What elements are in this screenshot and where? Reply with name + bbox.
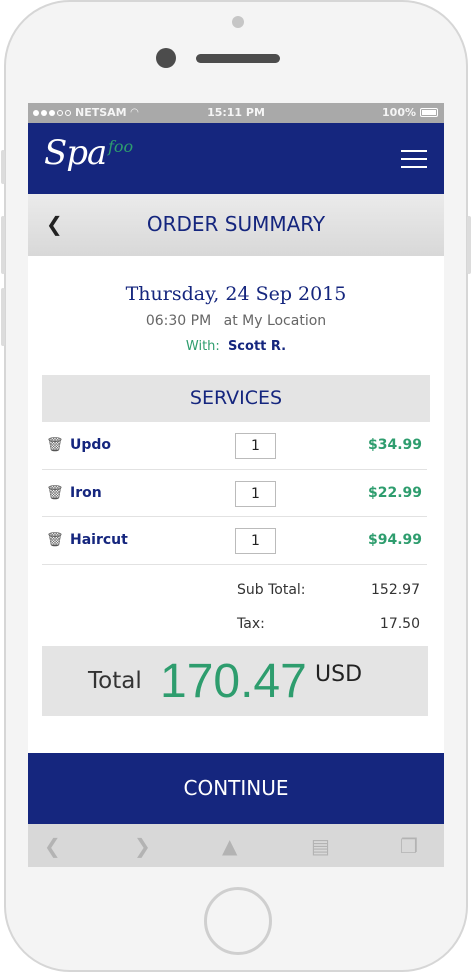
stylist-name: Scott R.	[227, 339, 287, 354]
service-price: $34.99	[367, 437, 422, 454]
trash-icon[interactable]: 🗑	[46, 437, 66, 453]
sensor	[232, 16, 244, 28]
app-navbar: Spa foo	[28, 123, 444, 194]
appointment-time-row: 06:30 PM at My Location	[28, 313, 444, 329]
page-header: ❮ ORDER SUMMARY	[28, 194, 444, 256]
services-list: 🗑 Updo $34.99 🗑 Iron $22.99 🗑 Haircut $9…	[42, 422, 427, 565]
service-row: 🗑 Updo $34.99	[42, 422, 427, 470]
tax-value: 17.50	[379, 615, 420, 632]
service-price: $94.99	[367, 532, 422, 549]
service-price: $22.99	[367, 484, 422, 501]
app-screen: NETSAM ◠ 15:11 PM 100% Spa foo ❮ ORDER S…	[28, 103, 444, 867]
page-title: ORDER SUMMARY	[146, 212, 326, 236]
battery-percent: 100%	[382, 106, 416, 119]
services-heading: SERVICES	[42, 375, 430, 422]
bookmarks-icon[interactable]: ▤	[311, 834, 330, 858]
grand-total-box: Total 170.47 USD	[42, 645, 428, 716]
mute-switch	[1, 150, 5, 184]
back-icon[interactable]: ❮	[44, 834, 61, 858]
volume-down-button	[1, 288, 5, 346]
logo-superscript: foo	[108, 137, 134, 156]
appointment-date: Thursday, 24 Sep 2015	[125, 283, 347, 305]
service-name: Haircut	[70, 532, 128, 549]
app-logo: Spa foo	[44, 133, 133, 173]
quantity-input[interactable]	[235, 528, 276, 554]
tax-label: Tax:	[237, 615, 265, 632]
continue-button[interactable]: CONTINUE	[28, 753, 444, 824]
trash-icon[interactable]: 🗑	[46, 532, 66, 548]
power-button	[467, 216, 471, 274]
tax-row: Tax: 17.50	[28, 610, 444, 644]
logo-text: Spa	[44, 133, 107, 173]
stylist-row: With: Scott R.	[28, 339, 444, 354]
quantity-input[interactable]	[235, 480, 276, 507]
total-label: Total	[88, 667, 142, 694]
service-name: Iron	[70, 484, 102, 501]
tabs-icon[interactable]: ❐	[400, 834, 418, 858]
with-label: With:	[185, 339, 220, 354]
quantity-input[interactable]	[235, 433, 276, 459]
totals-section: Sub Total: 152.97 Tax: 17.50	[28, 576, 444, 646]
appointment-time: 06:30 PM	[145, 313, 212, 329]
currency-label: USD	[315, 661, 363, 687]
forward-icon[interactable]: ❯	[134, 834, 151, 858]
service-row: 🗑 Haircut $94.99	[42, 517, 427, 565]
trash-icon[interactable]: 🗑	[46, 485, 66, 501]
hamburger-menu-icon[interactable]	[401, 150, 427, 168]
appointment-location: at My Location	[223, 313, 327, 329]
service-name: Updo	[70, 437, 112, 454]
home-button[interactable]	[204, 887, 272, 955]
browser-toolbar: ❮ ❯ ▲ ▤ ❐	[28, 824, 444, 867]
subtotal-label: Sub Total:	[237, 581, 306, 598]
share-icon[interactable]: ▲	[222, 834, 237, 858]
subtotal-value: 152.97	[371, 581, 420, 598]
subtotal-row: Sub Total: 152.97	[28, 576, 444, 610]
total-amount: 170.47	[160, 654, 307, 708]
volume-up-button	[1, 216, 5, 274]
front-camera	[156, 48, 176, 68]
service-row: 🗑 Iron $22.99	[42, 470, 427, 517]
earpiece-speaker	[196, 54, 280, 63]
status-bar: NETSAM ◠ 15:11 PM 100%	[28, 103, 444, 123]
battery-icon	[420, 108, 438, 117]
